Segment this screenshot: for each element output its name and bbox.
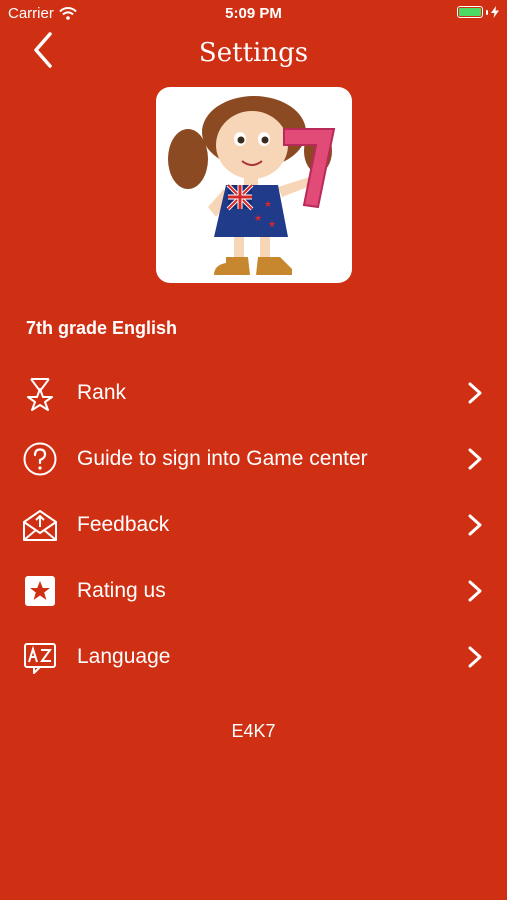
envelope-icon	[23, 510, 57, 541]
menu-item-rank[interactable]: Rank	[0, 360, 507, 426]
svg-text:★: ★	[264, 199, 272, 209]
svg-text:★: ★	[254, 213, 262, 223]
status-time: 5:09 PM	[225, 5, 282, 22]
status-bar: Carrier 5:09 PM	[0, 0, 507, 28]
navigation-bar: Settings	[0, 28, 507, 78]
hourglass-star-icon	[27, 378, 53, 411]
menu-item-game-center-guide[interactable]: Guide to sign into Game center	[0, 426, 507, 492]
app-logo: ★ ★ ★	[156, 87, 352, 283]
translate-icon	[24, 643, 56, 674]
menu-item-label: Rating us	[77, 579, 166, 602]
menu-item-feedback[interactable]: Feedback	[0, 492, 507, 558]
menu-item-language[interactable]: Language	[0, 624, 507, 690]
page-title: Settings	[198, 38, 309, 68]
app-subtitle: 7th grade English	[26, 318, 178, 338]
menu-item-label: Guide to sign into Game center	[77, 447, 368, 470]
svg-text:★: ★	[268, 219, 276, 229]
chevron-right-icon	[468, 448, 482, 470]
girl-illustration: ★ ★ ★	[168, 96, 336, 275]
chevron-right-icon	[468, 646, 482, 668]
charging-icon	[491, 6, 499, 18]
menu-item-label: Language	[77, 645, 171, 668]
version-code: E4K7	[231, 721, 276, 741]
chevron-right-icon	[468, 382, 482, 404]
settings-menu: Rank Guide to sign into Game center Feed…	[0, 360, 507, 690]
chevron-right-icon	[468, 514, 482, 536]
menu-item-label: Feedback	[77, 513, 170, 536]
star-box-icon	[25, 576, 55, 606]
question-circle-icon	[23, 442, 57, 476]
chevron-right-icon	[468, 580, 482, 602]
menu-item-label: Rank	[77, 381, 127, 404]
battery-icon	[457, 6, 499, 18]
menu-item-rating[interactable]: Rating us	[0, 558, 507, 624]
